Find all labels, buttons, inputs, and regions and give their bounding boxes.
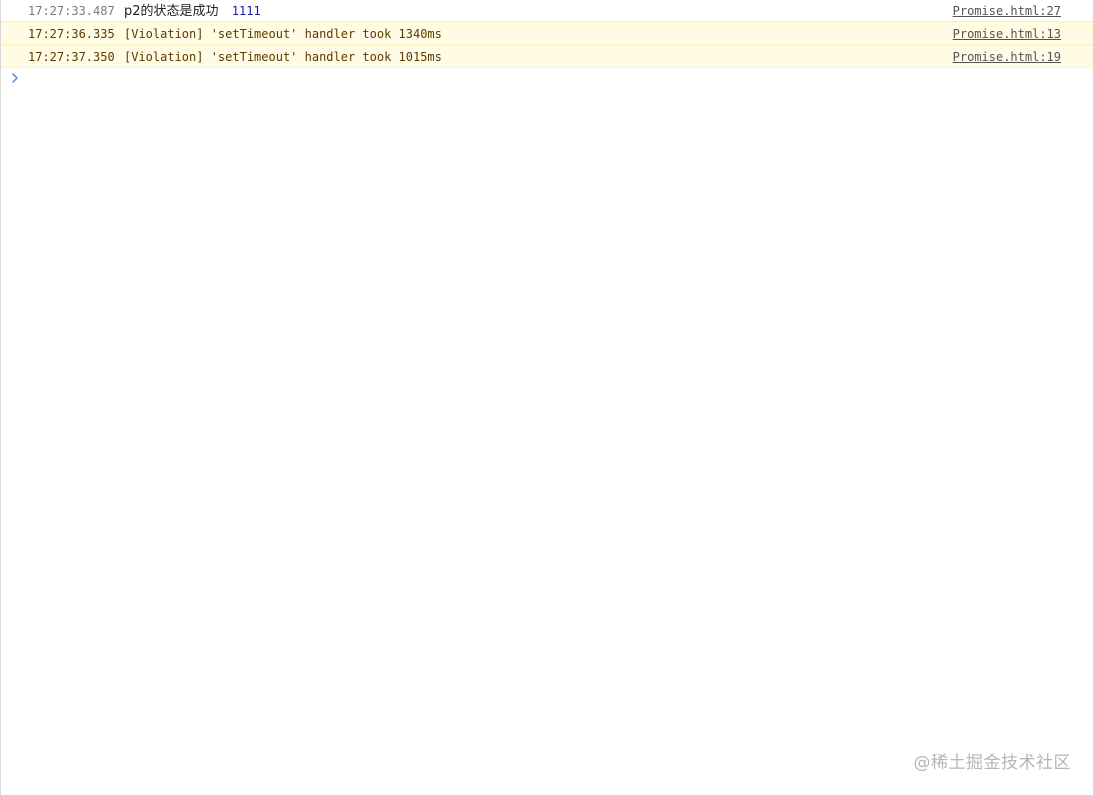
watermark: @稀土掘金技术社区: [913, 753, 1071, 773]
message-timestamp: 17:27:37.350: [28, 50, 115, 64]
console-violation-row[interactable]: 17:27:36.335 [Violation] 'setTimeout' ha…: [1, 22, 1093, 45]
console-prompt[interactable]: [1, 68, 1093, 90]
message-content: p2的状态是成功 1111: [124, 0, 261, 23]
source-link[interactable]: Promise.html:13: [953, 23, 1061, 45]
console-panel: 17:27:33.487 p2的状态是成功 1111 Promise.html:…: [0, 0, 1093, 795]
source-link[interactable]: Promise.html:19: [953, 46, 1061, 68]
console-message-row[interactable]: 17:27:33.487 p2的状态是成功 1111 Promise.html:…: [1, 0, 1093, 22]
violation-message: [Violation] 'setTimeout' handler took 10…: [124, 50, 442, 64]
violation-message: [Violation] 'setTimeout' handler took 13…: [124, 27, 442, 41]
console-violation-row[interactable]: 17:27:37.350 [Violation] 'setTimeout' ha…: [1, 45, 1093, 68]
chevron-right-icon: [12, 73, 18, 83]
source-link[interactable]: Promise.html:27: [953, 0, 1061, 22]
message-text: p2的状态是成功: [124, 4, 219, 19]
message-timestamp: 17:27:36.335: [28, 27, 115, 41]
message-timestamp: 17:27:33.487: [28, 4, 115, 18]
message-number-value: 1111: [231, 4, 261, 18]
